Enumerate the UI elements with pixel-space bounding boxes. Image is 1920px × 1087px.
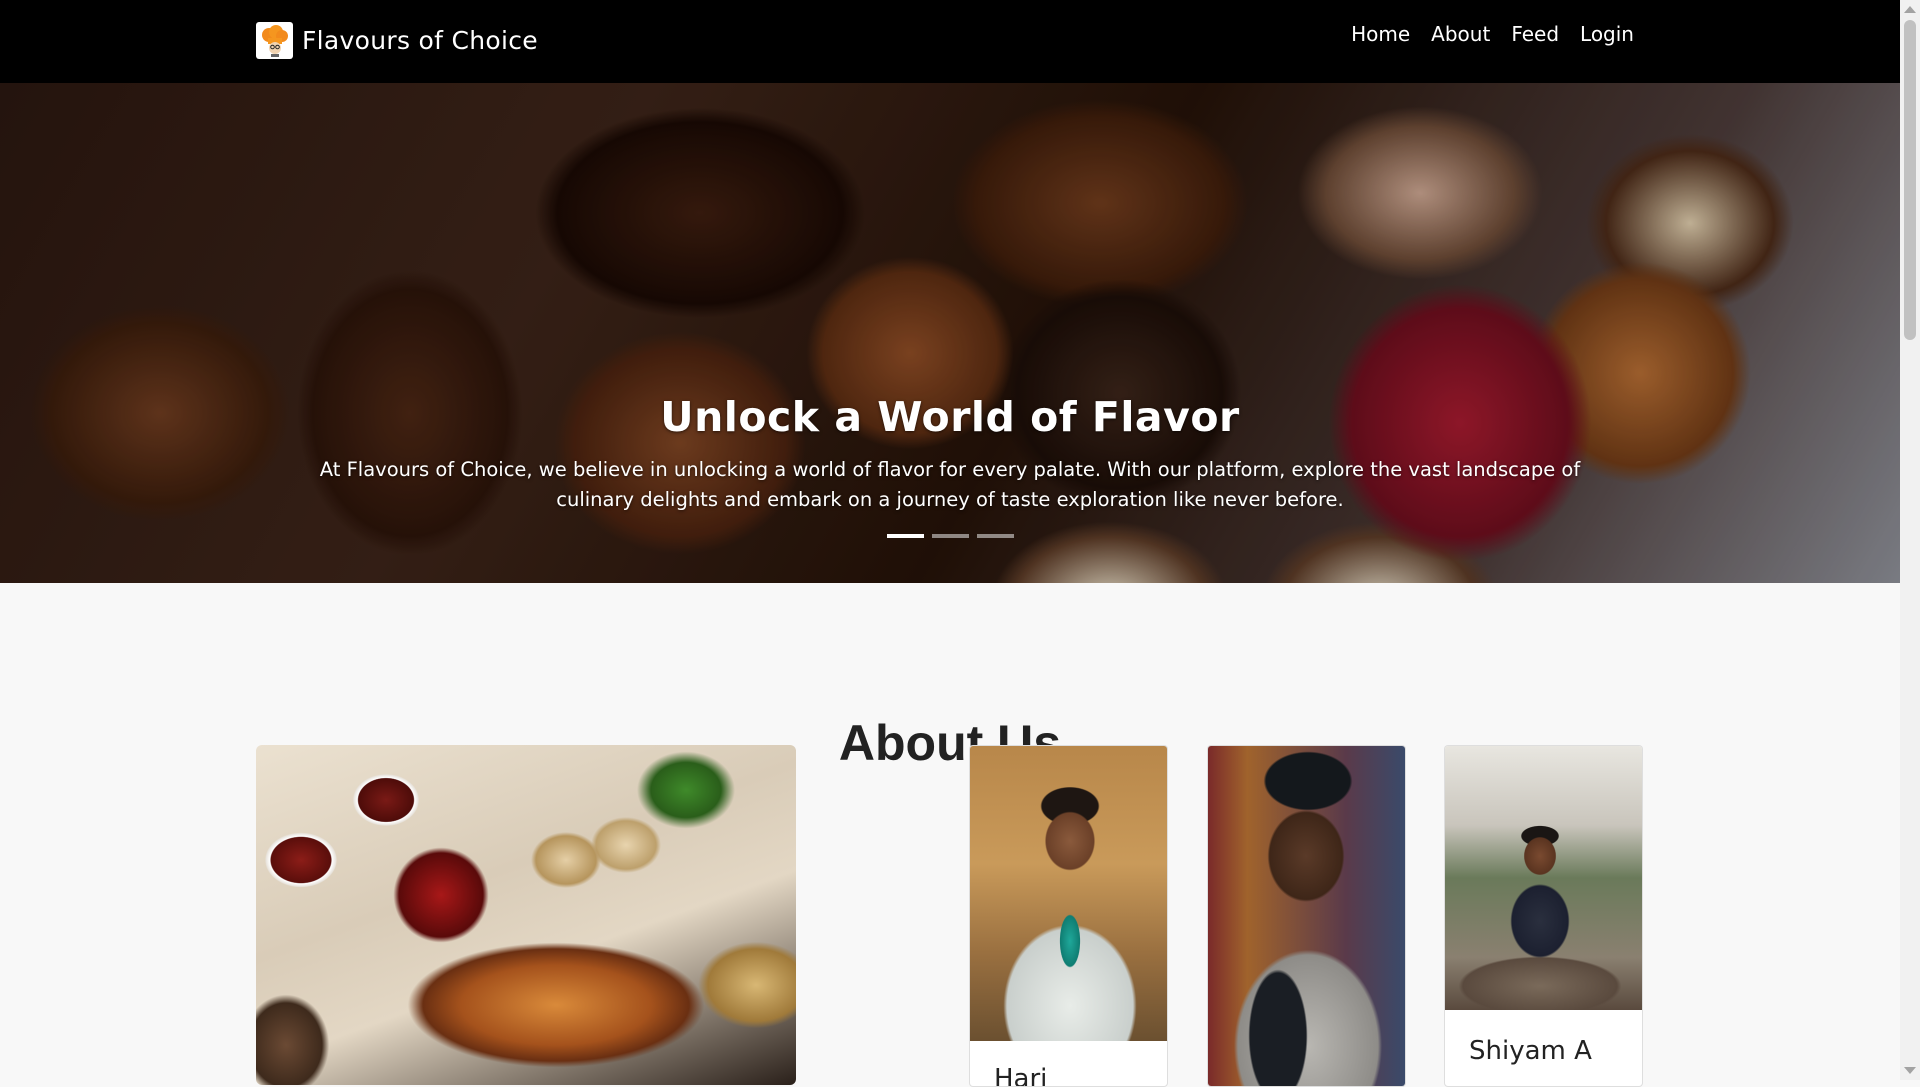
brand-name: Flavours of Choice [302, 26, 538, 55]
chef-logo-icon [256, 22, 293, 59]
about-food-image [256, 745, 796, 1085]
nav-link-home[interactable]: Home [1351, 22, 1410, 46]
team-photo [970, 746, 1167, 1041]
carousel-indicator-3[interactable] [976, 534, 1014, 538]
carousel-indicator-1[interactable] [886, 534, 924, 538]
team-photo [1208, 746, 1405, 1086]
hero-carousel[interactable]: Unlock a World of Flavor At Flavours of … [0, 83, 1900, 583]
vertical-scrollbar[interactable] [1900, 0, 1920, 1080]
scroll-up-arrow-icon[interactable] [1904, 6, 1916, 13]
nav-links: Home About Feed Login [1351, 22, 1634, 46]
nav-link-login[interactable]: Login [1580, 22, 1634, 46]
team-name: Shiyam A [1469, 1036, 1592, 1066]
team-card: Shiyam A [1444, 745, 1643, 1087]
team-card [1207, 745, 1406, 1087]
scroll-thumb[interactable] [1904, 20, 1916, 340]
navbar: Flavours of Choice Home About Feed Login [0, 0, 1900, 83]
nav-link-about[interactable]: About [1431, 22, 1490, 46]
carousel-indicator-2[interactable] [931, 534, 969, 538]
carousel-indicators [0, 534, 1900, 538]
hero-title: Unlock a World of Flavor [660, 393, 1240, 441]
team-card: Hari [969, 745, 1168, 1087]
hero-text: At Flavours of Choice, we believe in unl… [319, 458, 1581, 511]
team-name: Hari [994, 1064, 1048, 1087]
team-photo [1445, 746, 1642, 1010]
brand-link[interactable]: Flavours of Choice [256, 22, 538, 59]
nav-link-feed[interactable]: Feed [1511, 22, 1559, 46]
scroll-down-arrow-icon[interactable] [1904, 1067, 1916, 1074]
hero-caption: Unlock a World of Flavor At Flavours of … [0, 393, 1900, 515]
